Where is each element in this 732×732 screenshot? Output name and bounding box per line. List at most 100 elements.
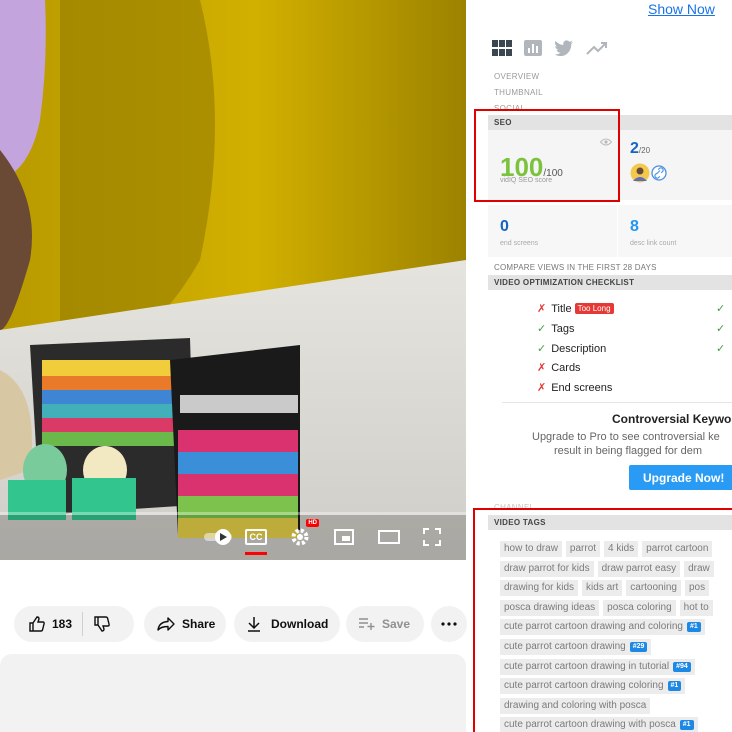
tag-row: posca drawing ideas posca coloring hot to bbox=[500, 599, 732, 616]
video-tag-text: kids art bbox=[586, 582, 619, 594]
video-tag[interactable]: parrot bbox=[565, 541, 601, 557]
twitter-icon bbox=[554, 40, 573, 57]
video-tag[interactable]: draw parrot for kids bbox=[500, 560, 594, 577]
pass-icon: ✓ bbox=[716, 323, 726, 335]
tag-rank-badge: #94 bbox=[673, 661, 691, 672]
compare-views-link[interactable]: COMPARE VIEWS IN THE FIRST 28 DAYS bbox=[494, 263, 657, 272]
nav-thumbnail[interactable]: THUMBNAIL bbox=[494, 88, 543, 97]
video-tag-text: cute parrot cartoon drawing and coloring bbox=[504, 621, 683, 633]
video-tag[interactable]: kids art bbox=[582, 580, 623, 597]
video-tag-text: how to draw bbox=[504, 543, 558, 554]
tag-row: drawing and coloring with posca bbox=[500, 697, 732, 714]
end-screens-label: end screens bbox=[500, 240, 539, 247]
video-tag-text: cute parrot cartoon drawing bbox=[504, 640, 626, 652]
autoplay-toggle[interactable] bbox=[204, 525, 234, 549]
video-tag[interactable]: parrot cartoon bbox=[642, 541, 713, 557]
grid-icon bbox=[492, 40, 512, 56]
video-tag[interactable]: cute parrot cartoon drawing coloring #1 bbox=[500, 678, 686, 695]
share-icon bbox=[157, 617, 175, 631]
more-horizontal-icon bbox=[441, 622, 457, 626]
grid-tab[interactable] bbox=[492, 40, 512, 61]
seo-score-label: vidIQ SEO score bbox=[500, 177, 553, 184]
trends-tab[interactable] bbox=[586, 41, 608, 60]
video-tag[interactable]: draw bbox=[684, 560, 714, 577]
save-label: Save bbox=[382, 617, 411, 631]
desc-links-value: 8 bbox=[630, 218, 639, 235]
description-panel[interactable] bbox=[0, 654, 466, 732]
like-button[interactable]: 183 bbox=[28, 615, 72, 633]
video-tag[interactable]: pos bbox=[684, 580, 710, 597]
dislike-button[interactable] bbox=[93, 615, 111, 633]
video-tag-text: 4 kids bbox=[608, 543, 635, 554]
miniplayer-icon bbox=[334, 529, 354, 545]
checklist-item-title: ✗ Title Too Long bbox=[537, 302, 614, 315]
video-player[interactable]: CC HD bbox=[0, 0, 466, 560]
pass-icon: ✓ bbox=[537, 343, 547, 355]
theater-mode-button[interactable] bbox=[377, 525, 401, 549]
thumbs-down-icon bbox=[94, 616, 110, 632]
download-button[interactable]: Download bbox=[234, 606, 340, 642]
eye-icon[interactable] bbox=[600, 138, 612, 146]
video-tag[interactable]: cute parrot cartoon drawing #29 bbox=[500, 638, 652, 655]
video-tags-list: how to draw parrot 4 kids parrot cartoon dra… bbox=[500, 541, 732, 732]
video-tag[interactable]: 4 kids bbox=[604, 541, 639, 557]
panel-tab-icons bbox=[492, 40, 608, 61]
channel-section-header: CHANNEL bbox=[494, 503, 535, 512]
video-tag[interactable]: cartooning bbox=[626, 580, 681, 597]
tag-row: draw parrot for kids draw parrot easy draw bbox=[500, 560, 732, 577]
video-tag[interactable]: cute parrot cartoon drawing and coloring… bbox=[500, 619, 705, 636]
fullscreen-button[interactable] bbox=[421, 525, 443, 549]
desc-links-label: desc link count bbox=[630, 240, 677, 247]
tag-row: drawing for kids kids art cartooning pos bbox=[500, 580, 732, 597]
video-tag[interactable]: posca coloring bbox=[603, 599, 676, 616]
controversial-line-2: result in being flagged for dem bbox=[554, 445, 702, 457]
video-tag[interactable]: draw parrot easy bbox=[597, 560, 681, 577]
video-tag[interactable]: drawing for kids bbox=[500, 580, 579, 597]
settings-button[interactable]: HD bbox=[289, 519, 319, 549]
save-button[interactable]: Save bbox=[346, 606, 424, 642]
upgrade-now-button[interactable]: Upgrade Now! bbox=[629, 465, 732, 490]
checklist-item-extra-1: ✓ bbox=[716, 302, 730, 315]
tag-rank-badge: #1 bbox=[667, 681, 682, 692]
theater-icon bbox=[378, 530, 400, 544]
video-tag-text: cartooning bbox=[630, 582, 677, 594]
show-now-link[interactable]: Show Now bbox=[648, 1, 715, 17]
fail-icon: ✗ bbox=[537, 303, 547, 315]
captions-button[interactable]: CC bbox=[245, 525, 267, 555]
trending-icon bbox=[586, 42, 607, 55]
avatar bbox=[630, 163, 650, 183]
controversial-title: Controversial Keywo bbox=[612, 412, 732, 426]
video-tags-header: VIDEO TAGS bbox=[488, 515, 732, 530]
video-tag-text: drawing for kids bbox=[504, 582, 575, 594]
tag-rank-badge: #1 bbox=[679, 720, 694, 731]
video-tag-text: hot to bbox=[683, 601, 709, 613]
pass-icon: ✓ bbox=[537, 323, 547, 335]
fail-icon: ✗ bbox=[537, 362, 547, 374]
video-frame bbox=[0, 0, 466, 560]
nav-social[interactable]: SOCIAL bbox=[494, 104, 525, 113]
more-actions-button[interactable] bbox=[431, 606, 467, 642]
video-tag[interactable]: hot to bbox=[679, 599, 713, 616]
tag-rank-badge: #1 bbox=[687, 622, 701, 633]
video-tag[interactable]: cute parrot cartoon drawing with posca #1 bbox=[500, 717, 698, 732]
video-tag[interactable]: drawing and coloring with posca bbox=[500, 697, 651, 714]
tag-row: cute parrot cartoon drawing and coloring… bbox=[500, 619, 732, 636]
controversial-text: Upgrade to Pro to see controversial ke r… bbox=[532, 430, 720, 458]
nav-overview[interactable]: OVERVIEW bbox=[494, 72, 539, 81]
video-tag[interactable]: cute parrot cartoon drawing in tutorial #… bbox=[500, 658, 695, 675]
captions-active-indicator bbox=[245, 552, 267, 555]
share-button[interactable]: Share bbox=[144, 606, 226, 642]
video-tag[interactable]: how to draw bbox=[500, 541, 562, 557]
checklist-label: Title bbox=[551, 303, 572, 315]
twitter-tab[interactable] bbox=[554, 40, 574, 61]
thumbs-up-icon bbox=[29, 616, 45, 632]
stats-tab[interactable] bbox=[524, 40, 542, 61]
stats-divider bbox=[617, 205, 618, 257]
tag-row: cute parrot cartoon drawing in tutorial #… bbox=[500, 658, 732, 675]
link-icon[interactable] bbox=[651, 165, 667, 181]
video-tag[interactable]: posca drawing ideas bbox=[500, 599, 600, 616]
tag-rank-badge: #29 bbox=[629, 641, 648, 652]
checklist-item-description: ✓ Description bbox=[537, 342, 606, 355]
video-tag-text: posca drawing ideas bbox=[504, 601, 596, 613]
miniplayer-button[interactable] bbox=[333, 525, 355, 549]
